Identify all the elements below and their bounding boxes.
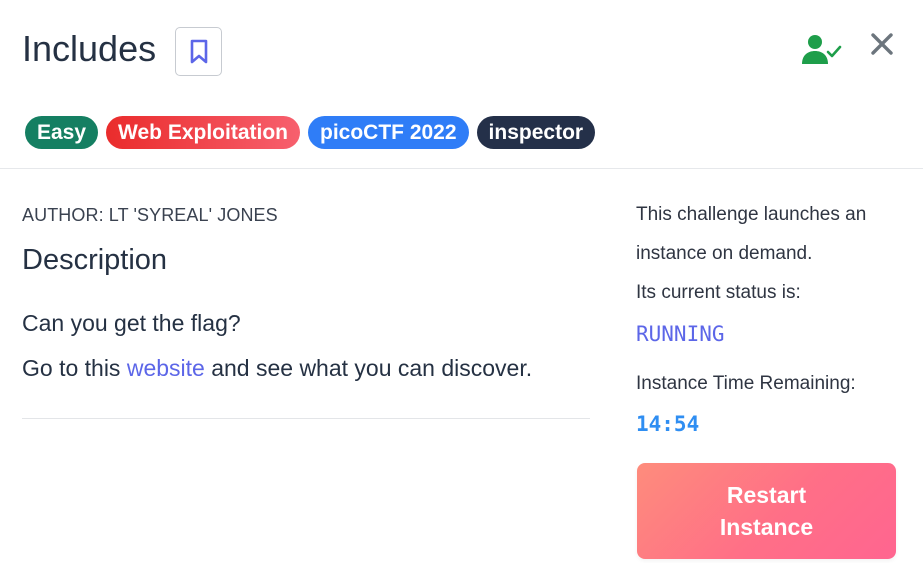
time-remaining-value: 14:54 [636, 412, 700, 436]
user-check-icon [802, 35, 842, 64]
restart-instance-button[interactable]: Restart Instance [637, 463, 896, 559]
close-icon [871, 33, 893, 55]
time-remaining-label: Instance Time Remaining: [636, 373, 856, 394]
description-text: Can you get the flag? [22, 310, 241, 336]
tag-category[interactable]: Web Exploitation [106, 116, 300, 149]
tag-list: Easy Web Exploitation picoCTF 2022 inspe… [25, 116, 596, 149]
description-text-before: Go to this [22, 355, 127, 381]
description-text-after: and see what you can discover. [204, 355, 533, 381]
description-link-line: Go to this website and see what you can … [22, 355, 532, 382]
challenge-modal: Includes Easy Web Exploitation picoCTF 2… [0, 0, 923, 563]
challenge-header: Includes Easy Web Exploitation picoCTF 2… [0, 0, 923, 169]
instance-info-line2: instance on demand. [636, 243, 813, 264]
challenge-title: Includes [22, 28, 157, 69]
tag-difficulty[interactable]: Easy [25, 116, 99, 149]
tag-event[interactable]: picoCTF 2022 [308, 116, 469, 149]
status-label: Its current status is: [636, 282, 801, 303]
restart-label-line1: Restart [726, 482, 807, 508]
website-link[interactable]: website [127, 355, 205, 381]
status-value: RUNNING [636, 322, 725, 346]
divider [22, 418, 590, 419]
author-label: AUTHOR: LT 'SYREAL' JONES [22, 205, 278, 225]
description-heading: Description [22, 244, 168, 276]
restart-label-line2: Instance [719, 514, 814, 540]
bookmark-button[interactable] [175, 27, 222, 76]
close-button[interactable] [866, 28, 898, 60]
tag-topic[interactable]: inspector [476, 116, 596, 149]
bookmark-icon [190, 39, 207, 63]
instance-info-line1: This challenge launches an [636, 204, 867, 225]
